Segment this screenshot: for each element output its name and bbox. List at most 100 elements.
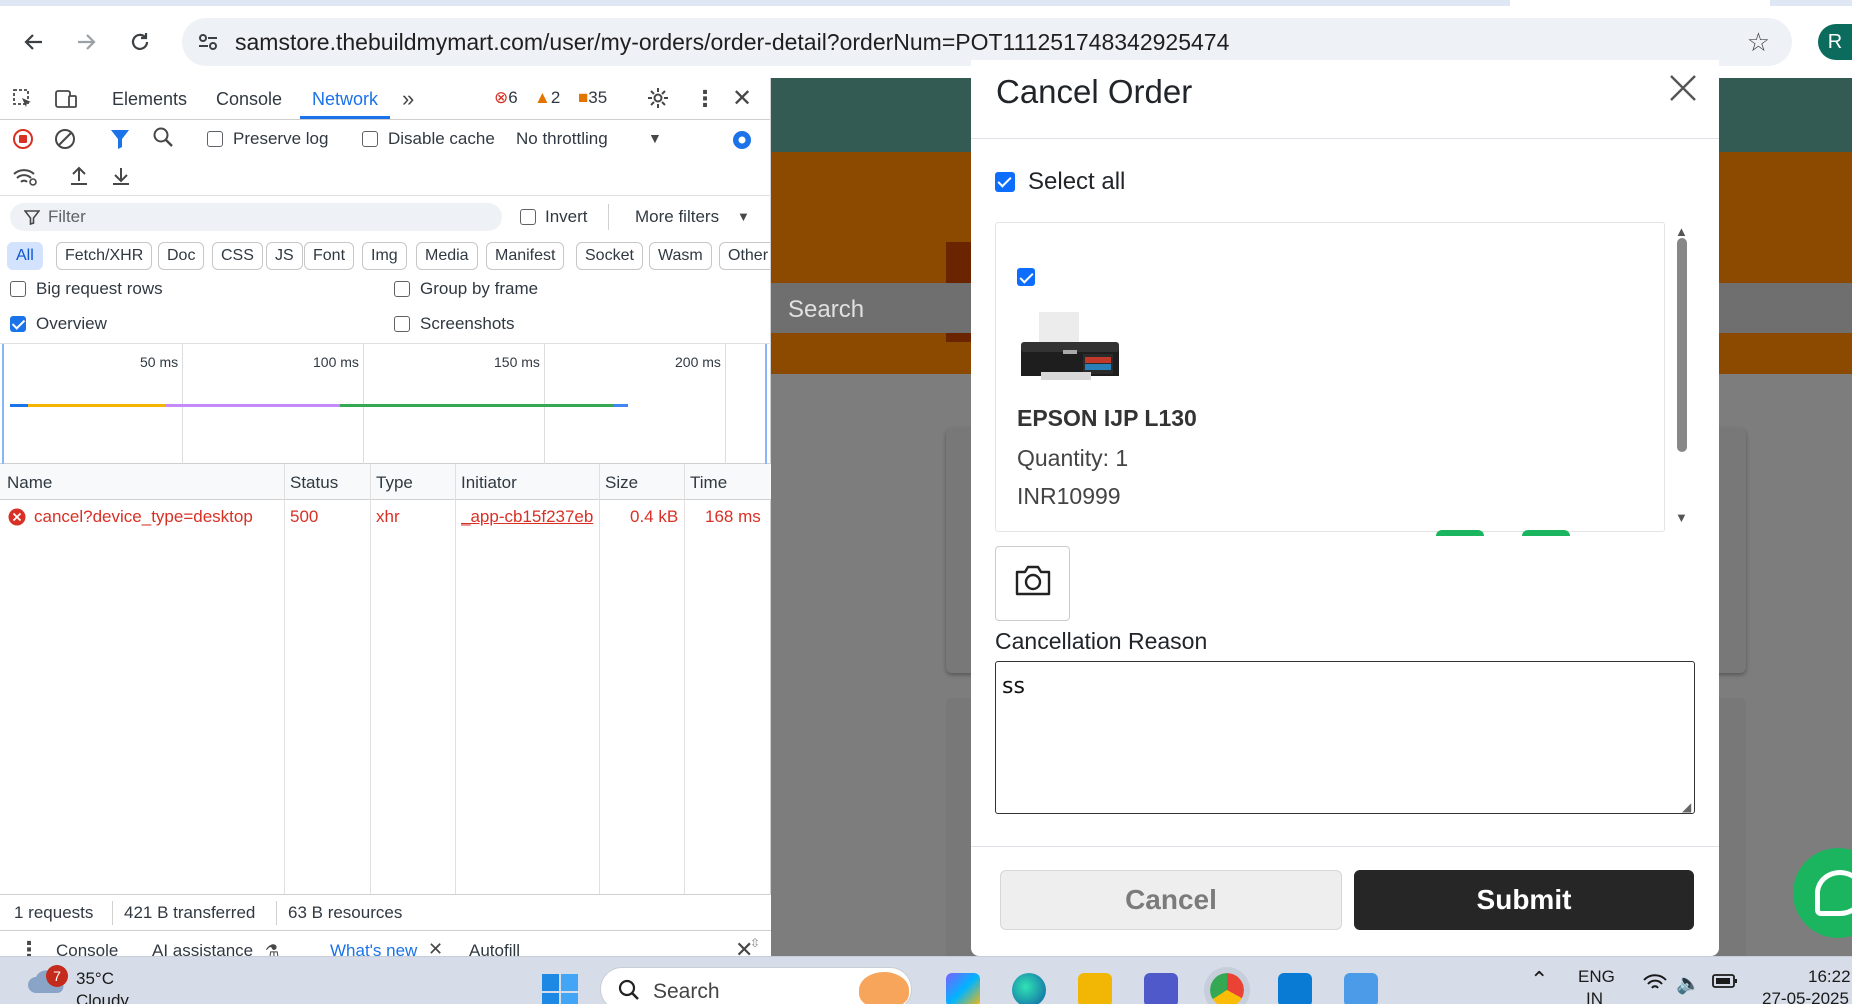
chip-font[interactable]: Font: [304, 242, 355, 270]
input-language-top[interactable]: ENG: [1578, 967, 1615, 987]
col-size[interactable]: Size: [605, 473, 638, 493]
profile-avatar[interactable]: R: [1818, 24, 1852, 60]
chip-all[interactable]: All: [7, 242, 43, 270]
disable-cache-checkbox[interactable]: [362, 131, 378, 147]
weather-condition[interactable]: Cloudy: [76, 991, 129, 1004]
select-all-label[interactable]: Select all: [1028, 168, 1125, 196]
col-initiator[interactable]: Initiator: [461, 473, 517, 493]
battery-icon[interactable]: [1712, 973, 1738, 994]
network-conditions-wifi-icon[interactable]: [12, 166, 38, 193]
chip-manifest[interactable]: Manifest: [486, 242, 565, 270]
close-icon[interactable]: [1668, 73, 1698, 108]
active-tab[interactable]: [1510, 0, 1770, 6]
throttling-select[interactable]: No throttling: [516, 129, 608, 149]
col-status[interactable]: Status: [290, 473, 338, 493]
import-har-upload-icon[interactable]: [68, 165, 90, 192]
submit-button[interactable]: Submit: [1354, 870, 1694, 930]
timeline-overview[interactable]: 50 ms 100 ms 150 ms 200 ms: [0, 344, 771, 464]
scroll-up-arrow-icon[interactable]: ▲: [1675, 224, 1688, 239]
bookmark-star-icon[interactable]: ☆: [1747, 27, 1770, 58]
chip-wasm[interactable]: Wasm: [649, 242, 712, 270]
textarea-resize-handle-icon[interactable]: ◢: [1682, 800, 1691, 814]
chip-other[interactable]: Other: [719, 242, 777, 270]
chip-fetch-xhr[interactable]: Fetch/XHR: [56, 242, 153, 270]
site-info-icon[interactable]: [196, 30, 220, 59]
clock-date[interactable]: 27-05-2025: [1762, 989, 1849, 1004]
overview-left-handle[interactable]: [2, 344, 4, 464]
more-tabs-chevron-icon[interactable]: »: [402, 86, 414, 112]
request-initiator-link[interactable]: _app-cb15f237eb: [461, 507, 597, 527]
upload-photo-button[interactable]: [995, 546, 1070, 621]
col-time[interactable]: Time: [690, 473, 727, 493]
request-name[interactable]: cancel?device_type=desktop: [34, 507, 282, 527]
teams-app-icon[interactable]: [1144, 973, 1178, 1004]
clear-icon[interactable]: [54, 128, 76, 155]
item-action-button[interactable]: [1436, 530, 1484, 536]
chat-widget-button[interactable]: [1793, 848, 1852, 938]
temperature[interactable]: 35°C: [76, 969, 114, 989]
inspect-element-icon[interactable]: [12, 88, 34, 115]
address-bar[interactable]: samstore.thebuildmymart.com/user/my-orde…: [182, 18, 1792, 66]
error-count[interactable]: ⊗6: [494, 88, 518, 108]
item-checkbox[interactable]: [1017, 268, 1035, 286]
scrollbar-thumb[interactable]: [1677, 238, 1687, 452]
settings-gear-icon[interactable]: [646, 86, 670, 115]
screenshots-checkbox[interactable]: [394, 316, 410, 332]
reload-icon[interactable]: [120, 22, 160, 62]
record-stop-icon[interactable]: [12, 128, 34, 155]
tab-elements[interactable]: Elements: [112, 89, 187, 110]
forward-icon[interactable]: [66, 22, 106, 62]
network-settings-icon[interactable]: [730, 128, 754, 157]
clock-time[interactable]: 16:22: [1808, 967, 1851, 987]
taskbar-search-box[interactable]: Search: [600, 967, 912, 1004]
notepad-app-icon[interactable]: [1344, 973, 1378, 1004]
url-text[interactable]: samstore.thebuildmymart.com/user/my-orde…: [235, 29, 1229, 56]
chevron-down-icon[interactable]: ▼: [648, 130, 662, 146]
issue-count[interactable]: ■35: [578, 88, 607, 108]
scroll-down-arrow-icon[interactable]: ▼: [1675, 510, 1688, 525]
chip-socket[interactable]: Socket: [576, 242, 643, 270]
vscode-app-icon[interactable]: [1278, 973, 1312, 1004]
file-explorer-icon[interactable]: [1078, 973, 1112, 1004]
col-name[interactable]: Name: [7, 473, 52, 493]
col-type[interactable]: Type: [376, 473, 413, 493]
more-options-icon[interactable]: ⋮: [694, 86, 716, 112]
cancel-button[interactable]: Cancel: [1000, 870, 1342, 930]
close-devtools-icon[interactable]: ✕: [732, 84, 752, 113]
tab-network[interactable]: Network: [312, 89, 378, 110]
big-request-rows-checkbox[interactable]: [10, 281, 26, 297]
preserve-log-checkbox[interactable]: [207, 131, 223, 147]
invert-checkbox[interactable]: [520, 209, 536, 225]
export-har-download-icon[interactable]: [110, 165, 132, 192]
volume-icon[interactable]: 🔈: [1676, 971, 1701, 996]
search-icon[interactable]: [152, 126, 174, 154]
chip-js[interactable]: JS: [266, 242, 303, 270]
input-language-bottom[interactable]: IN: [1586, 989, 1603, 1004]
chip-css[interactable]: CSS: [212, 242, 263, 270]
windows-start-icon[interactable]: [542, 974, 578, 1004]
group-by-frame-checkbox[interactable]: [394, 281, 410, 297]
filter-funnel-icon[interactable]: [110, 128, 130, 155]
resize-handle-icon[interactable]: ⇳: [750, 936, 760, 950]
chip-img[interactable]: Img: [362, 242, 407, 270]
back-icon[interactable]: [14, 22, 54, 62]
edge-app-icon[interactable]: [1012, 973, 1046, 1004]
table-row[interactable]: cancel?device_type=desktop 500 xhr _app-…: [0, 500, 771, 534]
chip-doc[interactable]: Doc: [158, 242, 205, 270]
warning-count[interactable]: ▲2: [534, 88, 560, 108]
overview-checkbox[interactable]: [10, 316, 26, 332]
show-hidden-icons-chevron-icon[interactable]: ⌃: [1530, 967, 1548, 993]
more-filters-chevron-icon[interactable]: ▼: [737, 209, 750, 224]
chrome-app-icon[interactable]: [1204, 967, 1250, 1004]
wifi-icon[interactable]: [1642, 973, 1668, 998]
cancellation-reason-textarea[interactable]: ss: [995, 661, 1695, 814]
copilot-app-icon[interactable]: [946, 973, 980, 1004]
filter-input[interactable]: Filter: [10, 203, 502, 231]
select-all-checkbox[interactable]: [995, 172, 1015, 192]
item-action-button[interactable]: [1522, 530, 1570, 536]
chip-media[interactable]: Media: [416, 242, 478, 270]
device-toolbar-icon[interactable]: [54, 88, 78, 115]
overview-right-handle[interactable]: [765, 344, 767, 464]
tab-console[interactable]: Console: [216, 89, 282, 110]
more-filters-button[interactable]: More filters: [635, 207, 719, 227]
